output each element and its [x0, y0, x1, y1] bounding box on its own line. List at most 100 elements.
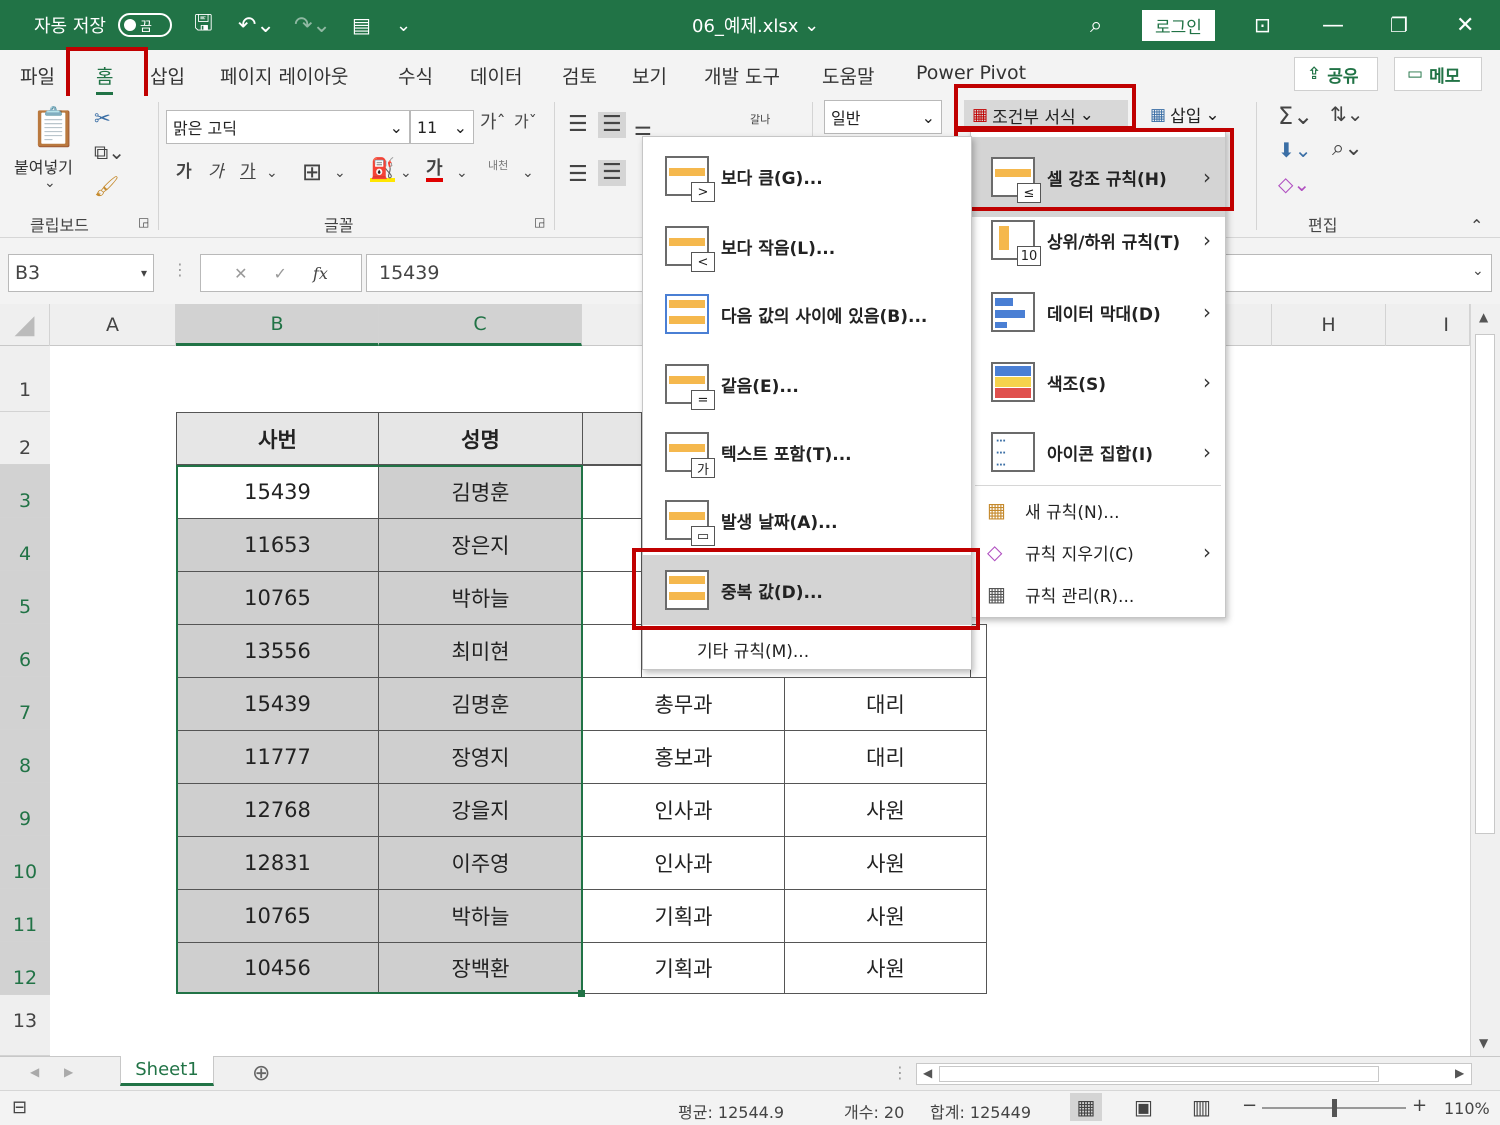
- align-top-icon[interactable]: ☰: [568, 114, 588, 136]
- table-cell[interactable]: 대리: [784, 730, 987, 784]
- tab-data[interactable]: 데이터: [470, 62, 522, 89]
- cancel-icon[interactable]: ✕: [234, 264, 247, 283]
- zoom-slider-handle[interactable]: [1332, 1099, 1337, 1117]
- table-cell[interactable]: 장백환: [378, 942, 583, 994]
- table-cell[interactable]: 사원: [784, 836, 987, 890]
- horizontal-scrollbar[interactable]: ◀ ▶: [916, 1063, 1472, 1085]
- page-layout-view-icon[interactable]: ▣: [1134, 1095, 1153, 1119]
- row-header[interactable]: 8: [0, 730, 50, 783]
- font-grow-button[interactable]: 가ˆ: [480, 114, 506, 132]
- table-cell[interactable]: [582, 624, 642, 678]
- chevron-down-icon[interactable]: ⌄: [266, 166, 278, 180]
- zoom-level[interactable]: 110%: [1444, 1099, 1490, 1118]
- close-icon[interactable]: ✕: [1456, 0, 1474, 50]
- prev-sheet-icon[interactable]: ◀: [30, 1065, 39, 1079]
- find-select-icon[interactable]: ⌕⌄: [1332, 138, 1363, 160]
- row-header[interactable]: 10: [0, 836, 50, 889]
- file-name[interactable]: 06_예제.xlsx ⌄: [692, 0, 819, 50]
- table-cell[interactable]: 이주영: [378, 836, 583, 890]
- format-painter-icon[interactable]: 🖌: [94, 176, 119, 196]
- table-cell-active[interactable]: 15439: [176, 465, 379, 519]
- table-cell[interactable]: 11653: [176, 518, 379, 572]
- number-format-select[interactable]: 일반 ⌄: [824, 100, 942, 134]
- table-cell[interactable]: 12768: [176, 783, 379, 837]
- fill-color-icon[interactable]: ⛽: [370, 158, 395, 182]
- ribbon-display-icon[interactable]: ⊡: [1254, 0, 1271, 50]
- table-header[interactable]: 사번: [176, 412, 379, 465]
- column-header[interactable]: A: [50, 304, 176, 346]
- table-cell[interactable]: [582, 465, 642, 519]
- borders-icon[interactable]: ⊞: [302, 160, 322, 184]
- font-size-select[interactable]: 11 ⌄: [410, 110, 474, 144]
- table-cell[interactable]: 사원: [784, 783, 987, 837]
- menu-item-color-scales[interactable]: 색조(S) ›: [971, 347, 1225, 417]
- tab-review[interactable]: 검토: [562, 62, 597, 89]
- chevron-down-icon[interactable]: ⌄: [400, 166, 412, 180]
- expand-formula-icon[interactable]: ⌄: [1472, 264, 1484, 278]
- scroll-right-icon[interactable]: ▶: [1455, 1066, 1464, 1080]
- row-header[interactable]: 13: [0, 995, 50, 1056]
- autosum-icon[interactable]: Σ⌄: [1278, 104, 1313, 128]
- table-cell[interactable]: 13556: [176, 624, 379, 678]
- table-cell[interactable]: 기획과: [582, 889, 785, 943]
- menu-item-date-occurring[interactable]: ▭ 발생 날짜(A)...: [643, 487, 971, 553]
- table-cell[interactable]: 홍보과: [582, 730, 785, 784]
- menu-item-new-rule[interactable]: ▦ 새 규칙(N)...: [971, 489, 1225, 531]
- redo-icon[interactable]: ↷⌄: [294, 0, 331, 50]
- column-header[interactable]: B: [176, 304, 379, 346]
- fill-icon[interactable]: ⬇⌄: [1278, 140, 1312, 160]
- chevron-down-icon[interactable]: ⌄: [334, 166, 346, 180]
- chevron-down-icon[interactable]: ⌄: [456, 166, 468, 180]
- table-cell[interactable]: 10765: [176, 889, 379, 943]
- column-header[interactable]: C: [379, 304, 582, 346]
- paste-icon[interactable]: 📋: [30, 108, 77, 146]
- chevron-down-icon[interactable]: ⌄: [522, 166, 534, 180]
- undo-icon[interactable]: ↶⌄: [238, 0, 275, 50]
- zoom-out-icon[interactable]: −: [1242, 1095, 1257, 1116]
- table-cell[interactable]: 박하늘: [378, 571, 583, 625]
- insert-cells-button[interactable]: ▦ 삽입 ⌄: [1150, 102, 1220, 128]
- scroll-left-icon[interactable]: ◀: [923, 1066, 932, 1080]
- table-cell[interactable]: 장영지: [378, 730, 583, 784]
- next-sheet-icon[interactable]: ▶: [64, 1065, 73, 1079]
- table-cell[interactable]: 사원: [784, 942, 987, 994]
- table-cell[interactable]: 장은지: [378, 518, 583, 572]
- table-cell[interactable]: 박하늘: [378, 889, 583, 943]
- menu-item-top-bottom-rules[interactable]: 10 상위/하위 규칙(T) ›: [971, 205, 1225, 275]
- login-button[interactable]: 로그인: [1142, 9, 1215, 41]
- clipboard-launcher-icon[interactable]: ◲: [138, 216, 149, 228]
- table-cell[interactable]: 인사과: [582, 836, 785, 890]
- align-center-icon[interactable]: ☰: [598, 160, 626, 186]
- vertical-scrollbar[interactable]: ▲ ▼: [1470, 304, 1500, 1056]
- row-header[interactable]: 9: [0, 783, 50, 836]
- menu-item-icon-sets[interactable]: ⋯ ⋯ ⋯ 아이콘 집합(I) ›: [971, 417, 1225, 487]
- column-header[interactable]: H: [1272, 304, 1386, 346]
- clear-icon[interactable]: ◇⌄: [1278, 174, 1310, 194]
- table-cell[interactable]: 15439: [176, 677, 379, 731]
- row-header[interactable]: 1: [0, 346, 50, 412]
- table-cell[interactable]: 김명훈: [378, 677, 583, 731]
- autosave-toggle[interactable]: 끔: [118, 13, 172, 37]
- tab-insert[interactable]: 삽입: [150, 62, 185, 89]
- menu-item-between[interactable]: 다음 값의 사이에 있음(B)...: [643, 281, 971, 347]
- font-name-select[interactable]: 맑은 고딕 ⌄: [166, 110, 410, 144]
- table-cell[interactable]: 10456: [176, 942, 379, 994]
- add-sheet-icon[interactable]: ⊕: [252, 1061, 270, 1086]
- table-cell[interactable]: 강을지: [378, 783, 583, 837]
- row-header[interactable]: 11: [0, 889, 50, 942]
- sheet-tab[interactable]: Sheet1: [120, 1056, 214, 1086]
- phonetic-button[interactable]: 내천: [488, 160, 508, 171]
- normal-view-icon[interactable]: ▦: [1070, 1093, 1102, 1121]
- scroll-up-icon[interactable]: ▲: [1479, 310, 1488, 324]
- table-cell[interactable]: 11777: [176, 730, 379, 784]
- tab-file[interactable]: 파일: [20, 62, 55, 89]
- paste-dropdown-icon[interactable]: ⌄: [44, 176, 56, 190]
- align-bottom-icon[interactable]: ⚌: [634, 118, 652, 138]
- restore-icon[interactable]: ❐: [1390, 0, 1408, 50]
- fill-handle[interactable]: [578, 990, 585, 997]
- table-cell[interactable]: 12831: [176, 836, 379, 890]
- align-middle-icon[interactable]: ☰: [598, 112, 626, 138]
- tab-formulas[interactable]: 수식: [398, 62, 433, 89]
- menu-item-clear-rules[interactable]: ◇ 규칙 지우기(C) ›: [971, 531, 1225, 573]
- zoom-in-icon[interactable]: +: [1412, 1095, 1427, 1116]
